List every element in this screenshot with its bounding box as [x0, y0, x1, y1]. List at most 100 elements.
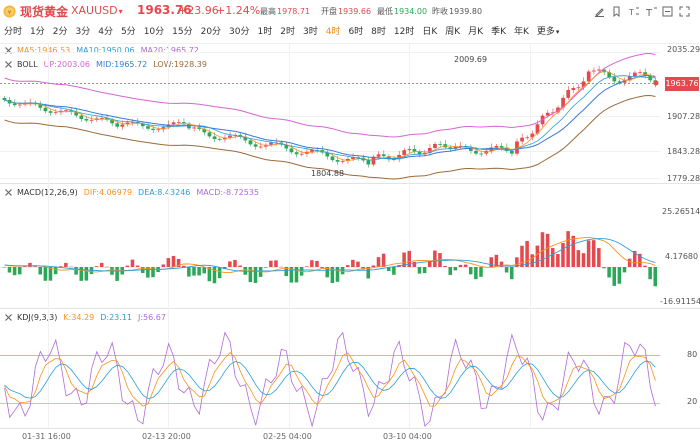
macd-histogram-bar — [468, 267, 473, 275]
macd-histogram-bar — [115, 267, 119, 281]
candle-body — [330, 156, 335, 161]
macd-histogram-bar — [443, 265, 447, 267]
macd-histogram-bar — [602, 267, 606, 269]
candle-body — [64, 110, 68, 112]
time-axis-label: 02-25 04:00 — [263, 432, 312, 441]
macd-histogram-bar — [99, 262, 104, 267]
low-annotation: 1804.88 — [311, 169, 345, 178]
macd-histogram-bar — [28, 262, 32, 267]
macd-histogram-bar — [43, 267, 48, 281]
candle-body — [207, 132, 212, 137]
macd-histogram-bar — [135, 265, 140, 267]
kdj-d-line — [4, 360, 656, 400]
macd-histogram-bar — [545, 233, 550, 267]
candle-body — [2, 98, 7, 100]
macd-histogram-bar — [304, 266, 309, 267]
candle-body — [438, 143, 442, 145]
macd-histogram-bar — [550, 248, 555, 267]
candle-body — [248, 140, 253, 145]
candle-body — [48, 111, 53, 113]
candle-body — [340, 161, 345, 162]
candle-body — [509, 150, 514, 154]
macd-histogram-bar — [458, 264, 463, 267]
macd-histogram-bar — [23, 266, 27, 267]
macd-histogram-bar — [171, 255, 176, 267]
macd-histogram-bar — [345, 265, 350, 267]
candle-body — [566, 90, 571, 98]
candle-body — [99, 117, 104, 119]
macd-histogram-bar — [561, 243, 565, 267]
macd-histogram-bar — [274, 260, 278, 267]
candle-body — [43, 107, 48, 112]
macd-histogram-bar — [586, 240, 591, 267]
kdj-axis-label: 20 — [687, 397, 698, 406]
candle-body — [571, 88, 576, 91]
macd-histogram-bar — [392, 267, 396, 275]
candle-body — [258, 146, 263, 148]
price-axis-label: 1779.28 — [667, 174, 700, 183]
macd-histogram-bar — [617, 267, 622, 284]
macd-histogram-bar — [622, 267, 627, 273]
candle-body — [479, 153, 483, 155]
macd-histogram-bar — [130, 259, 135, 267]
high-annotation: 2009.69 — [454, 55, 488, 64]
candle-body — [151, 128, 155, 130]
candle-body — [269, 142, 273, 145]
macd-histogram-bar — [535, 245, 540, 267]
candle-body — [294, 152, 299, 155]
macd-histogram-bar — [320, 267, 324, 269]
macd-histogram-bar — [69, 266, 73, 268]
macd-histogram-bar — [12, 267, 17, 276]
macd-histogram-bar — [279, 266, 283, 268]
price-axis-label: 1843.28 — [667, 147, 700, 156]
kdj-k-line — [4, 352, 656, 407]
macd-histogram-bar — [474, 267, 478, 280]
macd-histogram-bar — [228, 261, 232, 267]
macd-histogram-bar — [105, 266, 109, 268]
macd-histogram-bar — [509, 267, 514, 280]
macd-histogram-bar — [263, 267, 268, 268]
macd-histogram-bar — [504, 267, 509, 273]
kdj-j-line — [4, 331, 656, 428]
macd-histogram-bar — [556, 254, 560, 267]
macd-histogram-bar — [371, 265, 376, 267]
candle-body — [499, 146, 504, 148]
candle-body — [638, 72, 642, 74]
macd-histogram-bar — [612, 267, 616, 286]
macd-histogram-bar — [217, 267, 222, 279]
macd-histogram-bar — [376, 257, 381, 267]
macd-histogram-bar — [417, 267, 422, 274]
macd-axis-label: 25.26514 — [662, 207, 700, 216]
macd-histogram-bar — [591, 240, 596, 267]
macd-histogram-bar — [607, 267, 611, 278]
candle-body — [597, 69, 601, 71]
macd-histogram-bar — [192, 267, 196, 276]
candle-body — [12, 103, 17, 106]
macd-histogram-bar — [520, 245, 524, 267]
candle-body — [494, 146, 499, 148]
macd-axis-label: 4.17680 — [665, 252, 699, 261]
candle-body — [217, 139, 222, 140]
candle-body — [53, 112, 58, 114]
macd-histogram-bar — [166, 258, 171, 267]
macd-histogram-bar — [38, 267, 42, 275]
candle-body — [586, 71, 591, 82]
last-price-dot — [653, 80, 659, 86]
macd-histogram-bar — [197, 267, 201, 276]
macd-histogram-bar — [253, 267, 258, 283]
macd-histogram-bar — [315, 260, 319, 267]
macd-histogram-bar — [202, 267, 206, 274]
macd-histogram-bar — [463, 264, 468, 267]
candle-body — [84, 118, 89, 121]
macd-histogram-bar — [48, 267, 53, 281]
candle-body — [520, 137, 524, 142]
macd-histogram-bar — [53, 267, 58, 275]
candle-body — [381, 154, 386, 157]
macd-histogram-bar — [187, 267, 191, 277]
macd-histogram-bar — [525, 241, 529, 267]
macd-histogram-bar — [356, 261, 360, 267]
chart-app: ¥ 现货黄金 XAUUSD▾ 1963.76 +23.96 +1.24% 最高1… — [0, 0, 700, 444]
macd-histogram-bar — [648, 267, 652, 280]
candle-body — [146, 126, 150, 129]
price-chart-canvas[interactable] — [0, 0, 700, 444]
